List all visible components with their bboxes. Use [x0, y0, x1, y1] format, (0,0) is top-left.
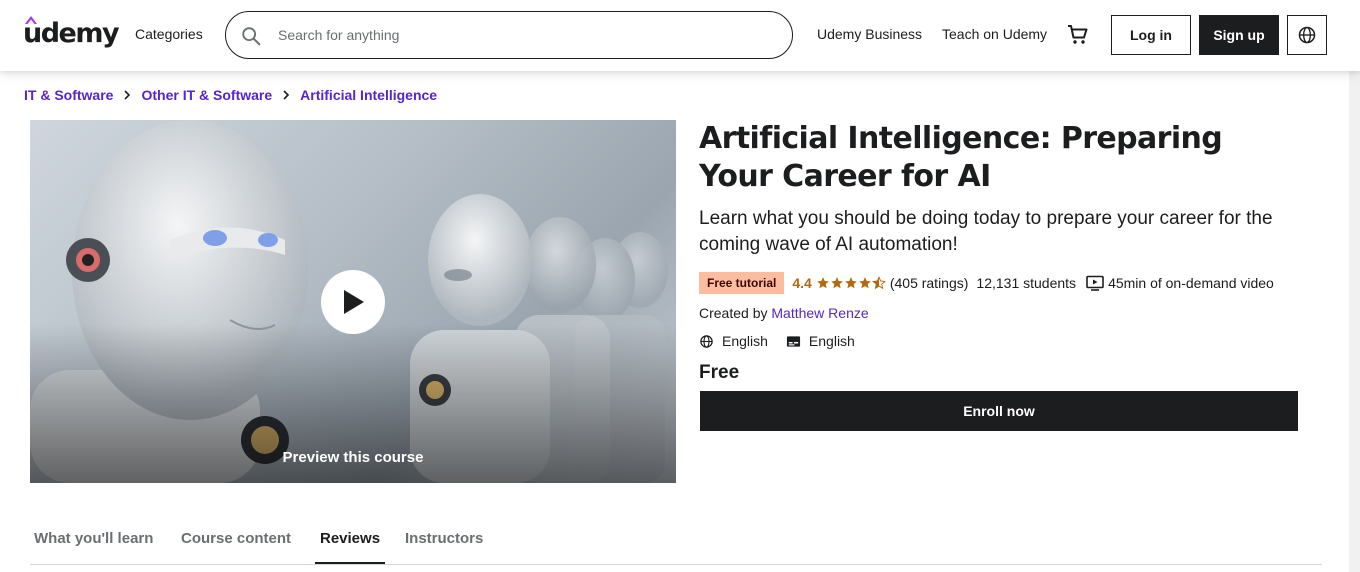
created-by-label: Created by — [699, 305, 768, 321]
tab-course-content[interactable]: Course content — [181, 530, 291, 547]
star-icon — [844, 277, 857, 289]
course-title: Artificial Intelligence: Preparing Your … — [699, 121, 1223, 194]
active-tab-indicator — [315, 562, 385, 564]
language-button[interactable] — [1287, 15, 1327, 55]
course-languages: English English — [699, 333, 855, 349]
students-count: 12,131 students — [976, 275, 1077, 291]
star-icon — [816, 277, 829, 289]
preview-label[interactable]: Preview this course — [30, 449, 676, 466]
created-by: Created by Matthew Renze — [699, 305, 869, 321]
teach-on-udemy-link[interactable]: Teach on Udemy — [942, 26, 1047, 42]
rating-value: 4.4 — [792, 275, 812, 291]
chevron-right-icon — [123, 90, 131, 100]
course-tabs: What you'll learn Course content Reviews… — [30, 520, 1322, 565]
course-meta: Free tutorial 4.4 (405 ratings) 12,131 s… — [699, 272, 1274, 294]
enroll-now-button[interactable]: Enroll now — [700, 391, 1298, 431]
star-rating — [816, 276, 886, 290]
signup-button[interactable]: Sign up — [1199, 15, 1279, 55]
caption-language: English — [808, 333, 855, 349]
half-star-icon — [871, 276, 886, 290]
star-icon — [830, 277, 843, 289]
udemy-business-link[interactable]: Udemy Business — [817, 26, 922, 42]
search-icon[interactable] — [240, 25, 262, 47]
breadcrumb: IT & Software Other IT & Software Artifi… — [24, 87, 437, 103]
top-header: udemy Categories Search for anything Ude… — [0, 0, 1360, 71]
cart-icon[interactable] — [1066, 23, 1090, 47]
video-length: 45min of on-demand video — [1108, 275, 1274, 291]
closed-captions-icon — [786, 335, 801, 348]
breadcrumb-it-software[interactable]: IT & Software — [24, 87, 113, 103]
course-language: English — [722, 333, 768, 349]
udemy-logo[interactable]: udemy — [23, 16, 120, 52]
login-button[interactable]: Log in — [1111, 15, 1191, 55]
video-icon — [1086, 275, 1104, 291]
globe-icon — [1298, 26, 1316, 44]
play-button[interactable] — [321, 270, 385, 334]
breadcrumb-other-it-software[interactable]: Other IT & Software — [141, 87, 272, 103]
ratings-count[interactable]: (405 ratings) — [890, 275, 969, 291]
search-bar[interactable]: Search for anything — [225, 11, 793, 59]
page-scrollbar[interactable] — [1349, 0, 1360, 572]
search-input[interactable]: Search for anything — [278, 27, 399, 43]
instructor-link[interactable]: Matthew Renze — [771, 305, 868, 321]
breadcrumb-artificial-intelligence[interactable]: Artificial Intelligence — [300, 87, 437, 103]
free-tutorial-badge: Free tutorial — [699, 272, 785, 294]
logo-text: udemy — [23, 18, 120, 49]
chevron-right-icon — [282, 90, 290, 100]
categories-link[interactable]: Categories — [135, 26, 203, 42]
star-icon — [858, 277, 871, 289]
tab-reviews[interactable]: Reviews — [320, 530, 380, 547]
course-price: Free — [699, 362, 740, 383]
course-subtitle: Learn what you should be doing today to … — [699, 208, 1273, 255]
play-icon — [344, 290, 364, 314]
tab-instructors[interactable]: Instructors — [405, 530, 483, 547]
globe-icon — [699, 334, 714, 349]
tab-what-youll-learn[interactable]: What you'll learn — [34, 530, 153, 547]
course-preview[interactable]: Preview this course — [30, 120, 676, 483]
